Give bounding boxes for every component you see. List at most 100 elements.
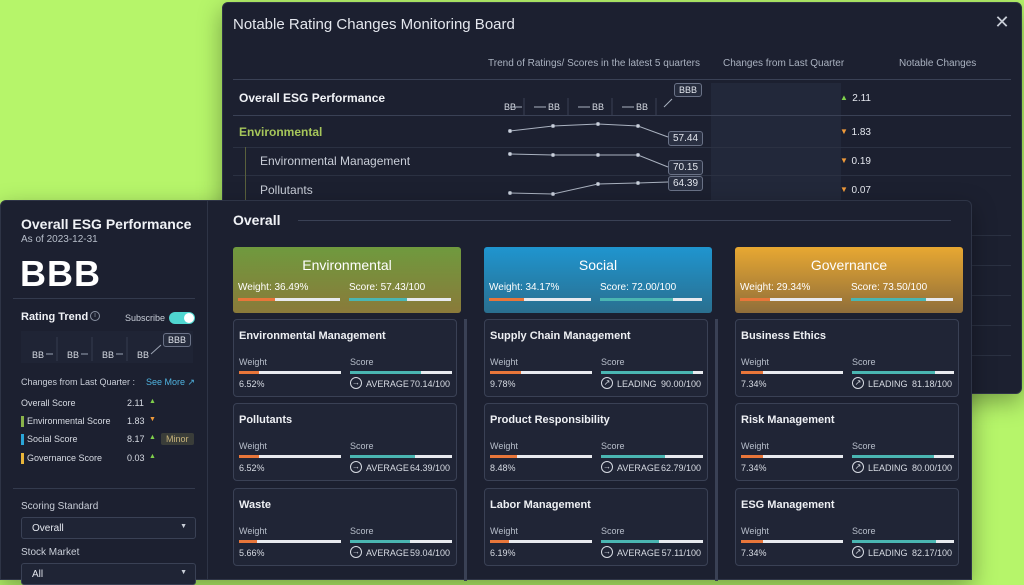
down-arrow-icon: ▼	[149, 416, 156, 423]
score-value: 59.04/100	[409, 548, 450, 558]
score-label: Score	[852, 357, 876, 367]
pillar-score-bar	[600, 298, 702, 301]
score-bar	[852, 540, 954, 543]
score-value: 70.14/100	[409, 379, 450, 389]
rating-trend-label: Rating Trend	[21, 311, 89, 323]
leading-icon: ↗	[601, 377, 613, 389]
pillar-weight: Weight: 36.49%	[238, 282, 309, 293]
score-value: 64.39/100	[409, 463, 450, 473]
indicator-card[interactable]: Labor Management Weight Score 6.19% → AV…	[484, 488, 708, 566]
weight-value: 9.78%	[490, 379, 516, 389]
weight-label: Weight	[741, 357, 769, 367]
trend-rating: BB	[137, 350, 150, 360]
environmental-score-row: Environmental Score 1.83 ▼	[21, 416, 196, 430]
scoring-standard-select[interactable]: Overall ▼	[21, 517, 196, 539]
stock-market-label: Stock Market	[21, 547, 80, 558]
up-arrow-icon: ▲	[149, 398, 156, 405]
score-label: Score	[601, 441, 625, 451]
pillar-environmental[interactable]: Environmental Weight: 36.49% Score: 57.4…	[233, 247, 461, 313]
sidebar: Overall ESG Performance As of 2023-12-31…	[1, 201, 208, 585]
select-value: All	[32, 569, 44, 580]
pillar-weight-bar	[238, 298, 340, 301]
indicator-card[interactable]: Waste Weight Score 5.66% → AVERAGE 59.04…	[233, 488, 457, 566]
subscribe-toggle[interactable]	[169, 312, 195, 324]
indicator-name: Labor Management	[490, 499, 591, 511]
weight-bar	[490, 540, 592, 543]
pillar-governance[interactable]: Governance Weight: 29.34% Score: 73.50/1…	[735, 247, 963, 313]
indicator-card[interactable]: ESG Management Weight Score 7.34% ↗ LEAD…	[735, 488, 959, 566]
indicator-card[interactable]: Supply Chain Management Weight Score 9.7…	[484, 319, 708, 397]
average-icon: →	[601, 461, 613, 473]
score-value: 0.03	[127, 453, 145, 463]
average-icon: →	[350, 546, 362, 558]
see-more-link[interactable]: See More ↗	[146, 377, 195, 388]
governance-color-bar	[21, 453, 24, 464]
indicator-card[interactable]: Environmental Management Weight Score 6.…	[233, 319, 457, 397]
weight-bar	[239, 455, 341, 458]
score-value: 62.79/100	[660, 463, 701, 473]
pillar-weight-bar	[489, 298, 591, 301]
score-label: Score	[601, 357, 625, 367]
weight-label: Weight	[741, 526, 769, 536]
pillar-name: Environmental	[302, 257, 392, 273]
score-value: 2.11	[127, 398, 144, 408]
weight-bar	[239, 540, 341, 543]
average-icon: →	[350, 461, 362, 473]
score-label: Score	[350, 441, 374, 451]
weight-label: Weight	[490, 357, 518, 367]
minor-badge: Minor	[161, 433, 194, 445]
score-name: Environmental Score	[27, 416, 111, 426]
indicator-card[interactable]: Pollutants Weight Score 6.52% → AVERAGE …	[233, 403, 457, 481]
score-bar	[350, 371, 452, 374]
pillar-score: Score: 73.50/100	[851, 282, 928, 293]
indicator-name: Business Ethics	[741, 330, 826, 342]
section-title: Overall	[233, 212, 281, 228]
pillar-score-bar	[349, 298, 451, 301]
weight-value: 7.34%	[741, 548, 767, 558]
select-value: Overall	[32, 523, 64, 534]
score-value: 82.17/100	[911, 548, 952, 558]
weight-label: Weight	[239, 441, 267, 451]
weight-label: Weight	[239, 357, 267, 367]
score-name: Overall Score	[21, 398, 76, 408]
weight-bar	[490, 371, 592, 374]
level-label: LEADING	[868, 379, 908, 389]
indicator-name: Waste	[239, 499, 271, 511]
level-label: AVERAGE	[366, 548, 409, 558]
stock-market-select[interactable]: All ▼	[21, 563, 196, 585]
scrollbar[interactable]	[464, 319, 467, 581]
score-bar	[852, 371, 954, 374]
level-label: AVERAGE	[617, 463, 660, 473]
average-icon: →	[601, 546, 613, 558]
info-icon[interactable]: i	[90, 311, 100, 321]
pillar-social[interactable]: Social Weight: 34.17% Score: 72.00/100	[484, 247, 712, 313]
scrollbar[interactable]	[715, 319, 718, 581]
pillar-name: Governance	[810, 257, 888, 273]
weight-value: 7.34%	[741, 463, 767, 473]
pillar-weight: Weight: 34.17%	[489, 282, 560, 293]
up-arrow-icon: ▲	[149, 434, 156, 441]
social-score-row: Social Score 8.17 ▲ Minor	[21, 433, 196, 448]
score-value: 1.83	[127, 416, 145, 426]
indicator-name: Pollutants	[239, 414, 293, 426]
indicator-card[interactable]: Risk Management Weight Score 7.34% ↗ LEA…	[735, 403, 959, 481]
score-label: Score	[852, 526, 876, 536]
weight-bar	[741, 455, 843, 458]
sidebar-title: Overall ESG Performance	[21, 216, 192, 232]
indicator-name: Supply Chain Management	[490, 330, 631, 342]
leading-icon: ↗	[852, 546, 864, 558]
indicator-name: ESG Management	[741, 499, 835, 511]
indicator-card[interactable]: Business Ethics Weight Score 7.34% ↗ LEA…	[735, 319, 959, 397]
trend-rating-current: BBB	[163, 333, 192, 347]
trend-rating: BB	[102, 350, 115, 360]
indicator-card[interactable]: Product Responsibility Weight Score 8.48…	[484, 403, 708, 481]
weight-value: 8.48%	[490, 463, 516, 473]
scoring-standard-label: Scoring Standard	[21, 501, 99, 512]
level-label: LEADING	[868, 548, 908, 558]
chevron-down-icon: ▼	[180, 569, 187, 576]
social-color-bar	[21, 434, 24, 445]
chevron-down-icon: ▼	[180, 523, 187, 530]
environmental-color-bar	[21, 416, 24, 427]
indicator-name: Product Responsibility	[490, 414, 610, 426]
trend-rating: BB	[32, 350, 45, 360]
